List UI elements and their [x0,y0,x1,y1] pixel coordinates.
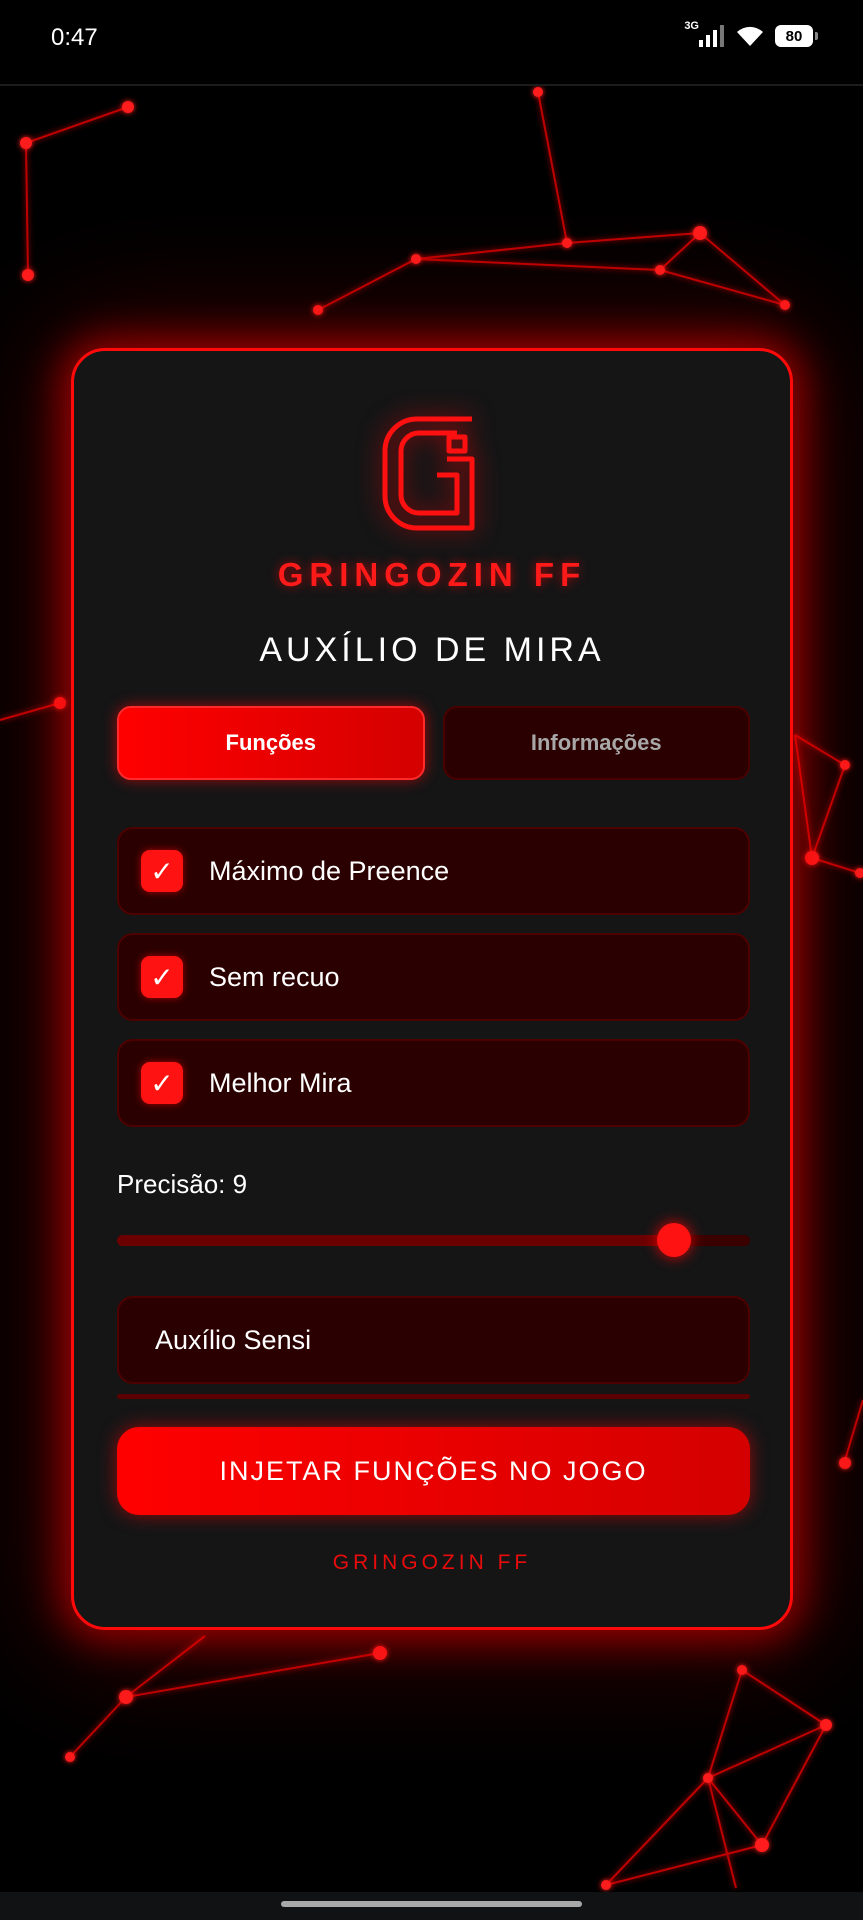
slider-fill [117,1235,675,1246]
option-label: Máximo de Preence [209,855,450,886]
tab-bar: Funções Informações [117,706,750,780]
brand-title: GRINGOZIN FF [277,556,587,593]
checkbox-melhor-mira[interactable]: ✓ [141,1062,183,1104]
network-type-label: 3G [684,20,699,32]
option-sem-recuo[interactable]: ✓ Sem recuo [117,933,750,1021]
option-maximo-de-preence[interactable]: ✓ Máximo de Preence [117,827,750,915]
app-screen: 0:47 3G 80 GRINGOZIN FF AUXÍLIO DE MIRA … [0,0,863,1920]
navigation-bar [0,1892,863,1920]
battery-icon: 80 [775,25,818,47]
checkbox-sem-recuo[interactable]: ✓ [141,956,183,998]
slider-thumb[interactable] [657,1223,692,1257]
wifi-icon [737,26,765,46]
tab-funcoes[interactable]: Funções [117,706,425,780]
option-label: Melhor Mira [209,1067,352,1098]
inject-button[interactable]: INJETAR FUNÇÕES NO JOGO [117,1427,750,1515]
main-card: GRINGOZIN FF AUXÍLIO DE MIRA Funções Inf… [71,348,793,1630]
page-title: AUXÍLIO DE MIRA [259,631,605,669]
checkbox-maximo-de-preence[interactable]: ✓ [141,850,183,892]
precision-label: Precisão: 9 [117,1169,248,1199]
status-time: 0:47 [51,24,98,51]
footer-brand: GRINGOZIN FF [332,1551,532,1574]
status-bar: 0:47 3G 80 [0,0,863,86]
option-label: Sem recuo [209,961,340,992]
sensi-underline [117,1394,750,1399]
sensi-field[interactable]: Auxílio Sensi [117,1296,750,1384]
gesture-handle[interactable] [281,1901,582,1907]
option-melhor-mira[interactable]: ✓ Melhor Mira [117,1039,750,1127]
tab-informacoes[interactable]: Informações [442,706,750,780]
status-icons: 3G 80 [684,20,818,48]
precision-slider[interactable] [117,1223,750,1257]
g-logo-icon [382,416,475,531]
signal-icon [699,25,724,47]
